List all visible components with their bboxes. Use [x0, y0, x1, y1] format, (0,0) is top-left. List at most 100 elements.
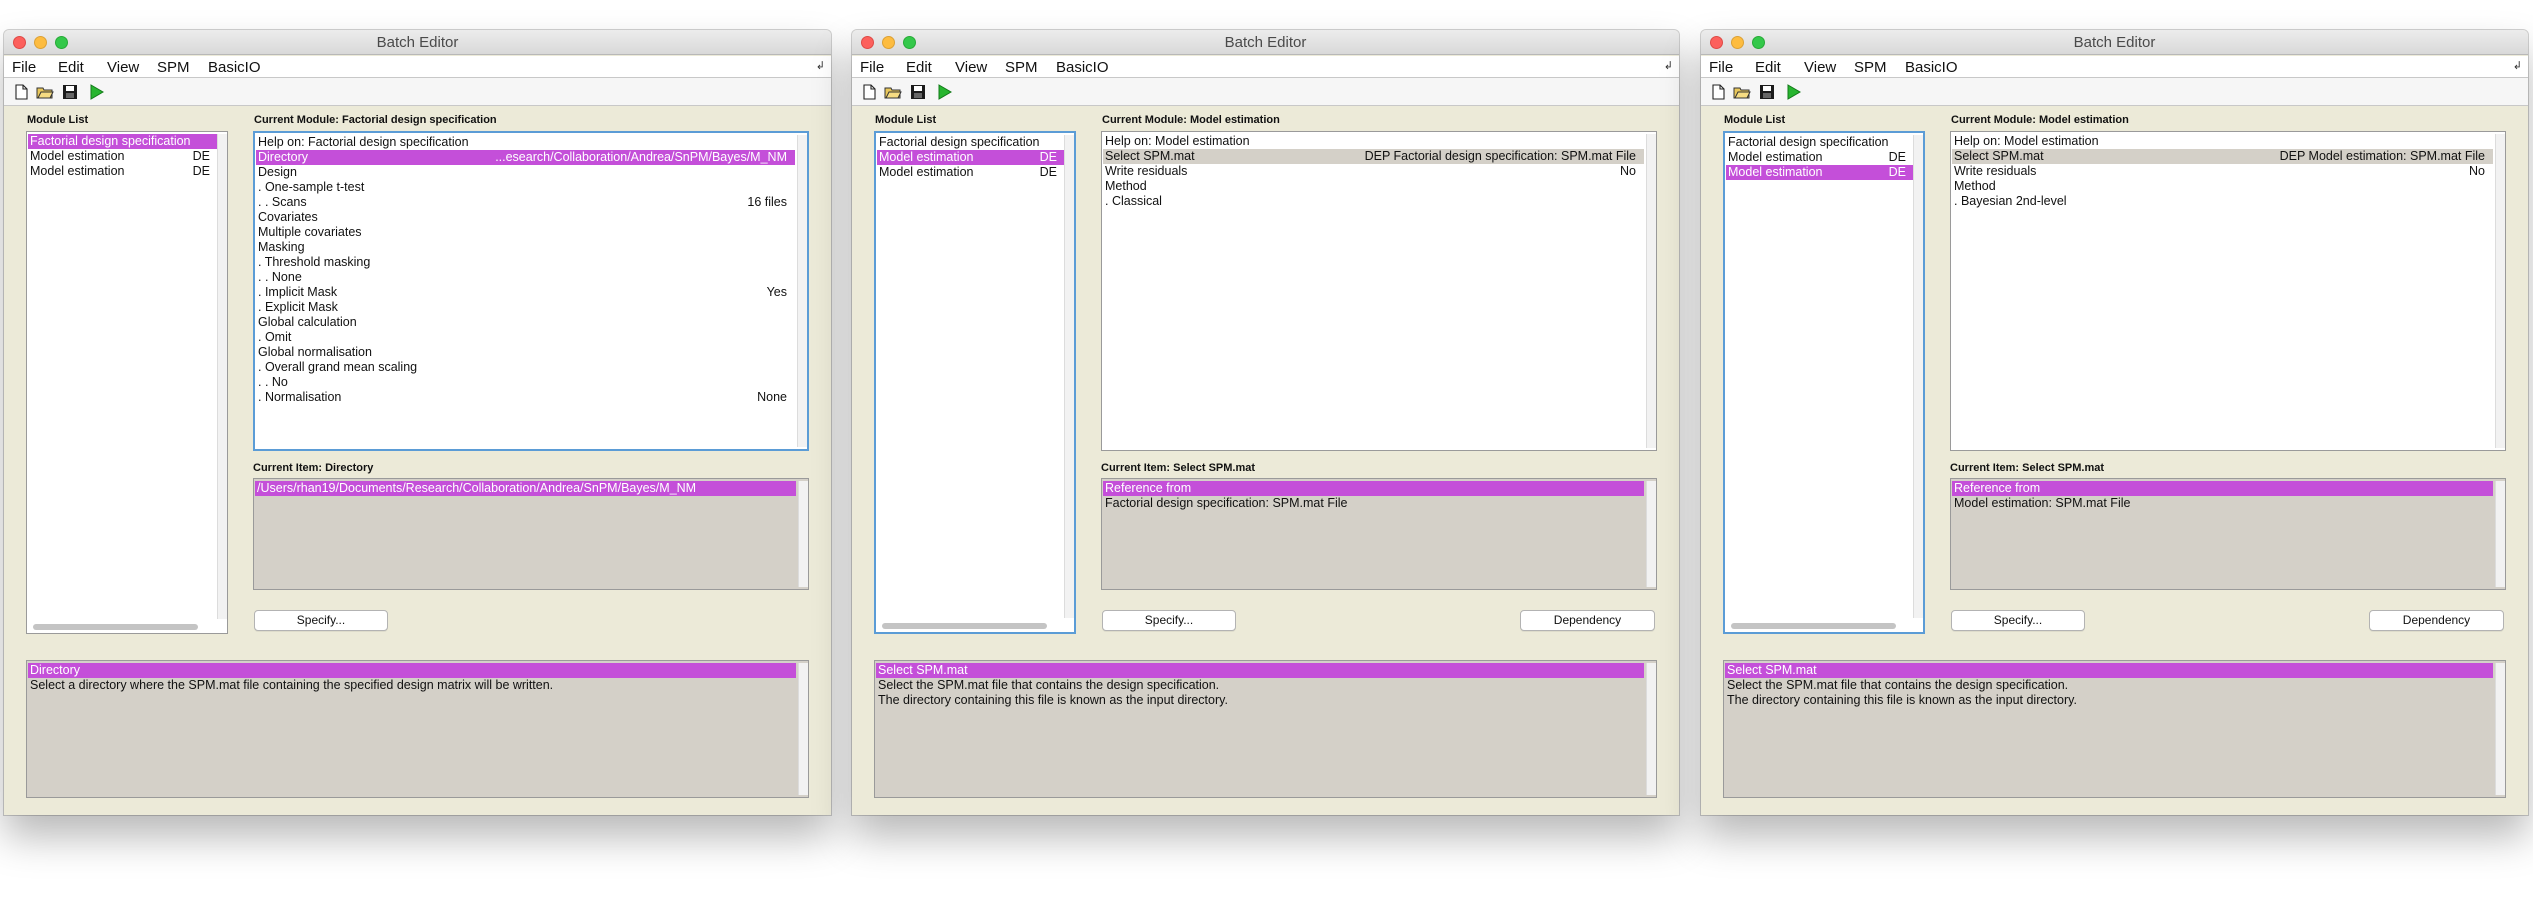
menu-spm[interactable]: SPM: [1854, 59, 1887, 76]
module-list-item[interactable]: Factorial design specification: [1726, 135, 1922, 150]
menu-edit[interactable]: Edit: [58, 59, 84, 76]
specify-button[interactable]: Specify...: [254, 610, 388, 631]
module-item-row[interactable]: . One-sample t-test: [256, 180, 795, 195]
menu-view[interactable]: View: [1804, 59, 1836, 76]
current-item-scrollbar[interactable]: [798, 481, 808, 587]
dependency-button[interactable]: Dependency: [2369, 610, 2504, 631]
run-icon[interactable]: [86, 82, 106, 102]
run-icon[interactable]: [1783, 82, 1803, 102]
module-item-row[interactable]: Global calculation: [256, 315, 795, 330]
menu-edit[interactable]: Edit: [1755, 59, 1781, 76]
current-item-row[interactable]: Reference from: [1103, 481, 1644, 496]
module-item-row[interactable]: . Normalisation None: [256, 390, 795, 405]
module-list-scrollbar[interactable]: [882, 623, 1047, 629]
new-file-icon[interactable]: [859, 82, 879, 102]
current-module-scrollbar[interactable]: [797, 135, 807, 447]
module-list-item[interactable]: Model estimation DE: [1726, 165, 1922, 180]
current-module-list[interactable]: Help on: Factorial design specification D…: [253, 131, 809, 451]
dependency-button[interactable]: Dependency: [1520, 610, 1655, 631]
help-scrollbar[interactable]: [2495, 663, 2505, 795]
module-item-row[interactable]: Global normalisation: [256, 345, 795, 360]
current-item-row[interactable]: Factorial design specification: SPM.mat …: [1103, 496, 1644, 511]
menu-overflow-icon[interactable]: ↲: [816, 59, 825, 72]
current-item-row[interactable]: Reference from: [1952, 481, 2493, 496]
module-list-vertical-scrollbar[interactable]: [1064, 135, 1074, 618]
specify-button[interactable]: Specify...: [1951, 610, 2085, 631]
module-item-row[interactable]: Help on: Model estimation: [1952, 134, 2493, 149]
menu-basicio[interactable]: BasicIO: [1056, 59, 1109, 76]
menu-view[interactable]: View: [107, 59, 139, 76]
module-list-item[interactable]: Factorial design specification: [28, 134, 226, 149]
module-item-row[interactable]: . Bayesian 2nd-level: [1952, 194, 2493, 209]
current-item-box[interactable]: Reference from Model estimation: SPM.mat …: [1950, 478, 2506, 590]
module-item-row[interactable]: . Threshold masking: [256, 255, 795, 270]
open-folder-icon[interactable]: [1732, 82, 1752, 102]
menu-view[interactable]: View: [955, 59, 987, 76]
new-file-icon[interactable]: [11, 82, 31, 102]
current-module-list[interactable]: Help on: Model estimation Select SPM.mat D…: [1101, 131, 1657, 451]
module-list-item[interactable]: Factorial design specification: [877, 135, 1073, 150]
module-item-row[interactable]: Design: [256, 165, 795, 180]
module-list[interactable]: Factorial design specification Model esti…: [874, 131, 1076, 634]
current-item-row[interactable]: /Users/rhan19/Documents/Research/Collabo…: [255, 481, 796, 496]
menu-overflow-icon[interactable]: ↲: [1664, 59, 1673, 72]
module-list-item[interactable]: Model estimation DE: [877, 165, 1073, 180]
module-item-row[interactable]: Method: [1103, 179, 1644, 194]
open-folder-icon[interactable]: [35, 82, 55, 102]
current-module-scrollbar[interactable]: [2495, 134, 2505, 448]
menu-file[interactable]: File: [12, 59, 36, 76]
module-item-row[interactable]: . Classical: [1103, 194, 1644, 209]
open-folder-icon[interactable]: [883, 82, 903, 102]
module-item-row[interactable]: Method: [1952, 179, 2493, 194]
run-icon[interactable]: [934, 82, 954, 102]
module-item-row[interactable]: Write residuals No: [1103, 164, 1644, 179]
module-item-row[interactable]: Write residuals No: [1952, 164, 2493, 179]
module-list-scrollbar[interactable]: [1731, 623, 1896, 629]
module-item-row[interactable]: . . No: [256, 375, 795, 390]
current-item-row[interactable]: Model estimation: SPM.mat File: [1952, 496, 2493, 511]
module-item-row[interactable]: Masking: [256, 240, 795, 255]
menu-overflow-icon[interactable]: ↲: [2513, 59, 2522, 72]
module-list-item[interactable]: Model estimation DE: [28, 164, 226, 179]
current-module-list[interactable]: Help on: Model estimation Select SPM.mat D…: [1950, 131, 2506, 451]
module-list[interactable]: Factorial design specification Model esti…: [1723, 131, 1925, 634]
menu-file[interactable]: File: [860, 59, 884, 76]
module-item-row[interactable]: Multiple covariates: [256, 225, 795, 240]
help-scrollbar[interactable]: [798, 663, 808, 795]
module-item-row[interactable]: Help on: Factorial design specification: [256, 135, 795, 150]
module-item-row[interactable]: . Implicit Mask Yes: [256, 285, 795, 300]
module-item-row[interactable]: . Omit: [256, 330, 795, 345]
menu-spm[interactable]: SPM: [157, 59, 190, 76]
module-list-scrollbar[interactable]: [33, 624, 198, 630]
module-item-row[interactable]: Help on: Model estimation: [1103, 134, 1644, 149]
save-icon[interactable]: [60, 82, 80, 102]
title-bar[interactable]: Batch Editor: [4, 30, 831, 55]
current-item-box[interactable]: /Users/rhan19/Documents/Research/Collabo…: [253, 478, 809, 590]
module-item-row[interactable]: . . Scans 16 files: [256, 195, 795, 210]
module-list-vertical-scrollbar[interactable]: [1913, 135, 1923, 618]
specify-button[interactable]: Specify...: [1102, 610, 1236, 631]
menu-file[interactable]: File: [1709, 59, 1733, 76]
module-list[interactable]: Factorial design specification Model esti…: [26, 131, 228, 634]
module-list-item[interactable]: Model estimation DE: [1726, 150, 1922, 165]
module-item-row[interactable]: Select SPM.mat DEP Factorial design speci…: [1103, 149, 1644, 164]
module-item-row[interactable]: Directory ...esearch/Collaboration/Andrea…: [256, 150, 795, 165]
current-item-scrollbar[interactable]: [2495, 481, 2505, 587]
module-item-row[interactable]: Select SPM.mat DEP Model estimation: SPM.…: [1952, 149, 2493, 164]
module-item-row[interactable]: . Overall grand mean scaling: [256, 360, 795, 375]
current-module-scrollbar[interactable]: [1646, 134, 1656, 448]
menu-basicio[interactable]: BasicIO: [208, 59, 261, 76]
module-list-vertical-scrollbar[interactable]: [217, 134, 227, 619]
save-icon[interactable]: [908, 82, 928, 102]
module-list-item[interactable]: Model estimation DE: [28, 149, 226, 164]
menu-edit[interactable]: Edit: [906, 59, 932, 76]
current-item-scrollbar[interactable]: [1646, 481, 1656, 587]
module-item-row[interactable]: . . None: [256, 270, 795, 285]
help-scrollbar[interactable]: [1646, 663, 1656, 795]
current-item-box[interactable]: Reference from Factorial design specifica…: [1101, 478, 1657, 590]
save-icon[interactable]: [1757, 82, 1777, 102]
module-item-row[interactable]: . Explicit Mask: [256, 300, 795, 315]
menu-spm[interactable]: SPM: [1005, 59, 1038, 76]
module-item-row[interactable]: Covariates: [256, 210, 795, 225]
module-list-item[interactable]: Model estimation DE: [877, 150, 1073, 165]
